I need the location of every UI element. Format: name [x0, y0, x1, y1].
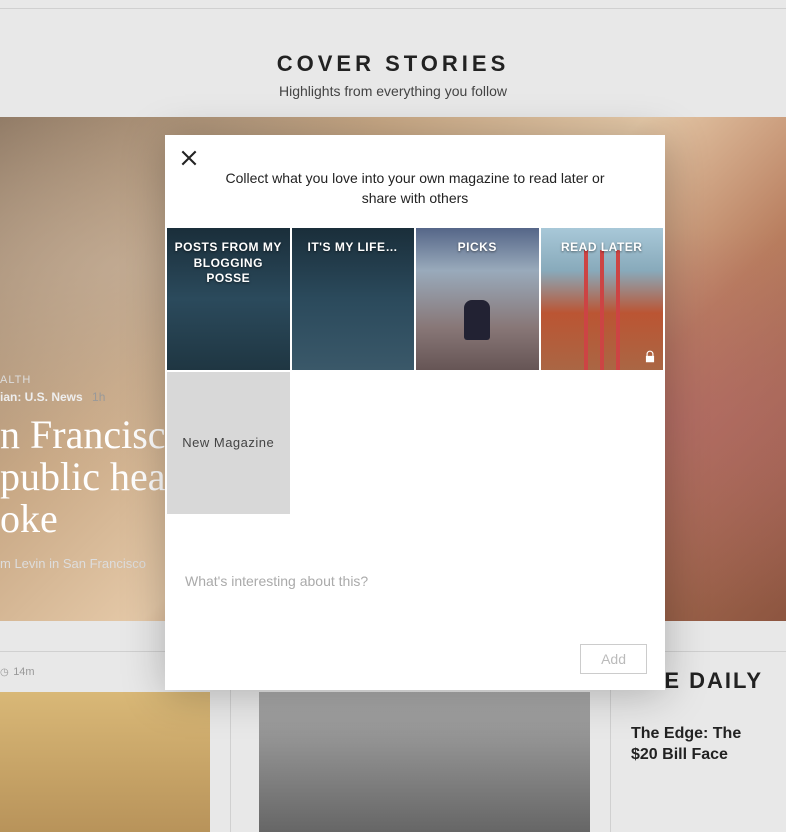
new-magazine-label: New Magazine	[176, 435, 280, 452]
cover-stories-title: COVER STORIES	[0, 51, 786, 77]
hero-source: ian: U.S. News	[0, 390, 83, 404]
new-magazine-tile[interactable]: New Magazine	[167, 372, 290, 514]
hero-headline: n Francisco public hea oke	[0, 414, 186, 540]
hero-time: 1h	[92, 390, 105, 404]
modal-intro-text: Collect what you love into your own maga…	[165, 135, 665, 228]
magazine-label: IT'S MY LIFE…	[302, 240, 404, 256]
clock-icon: ◷	[0, 667, 9, 678]
article-headline[interactable]: The Edge: The $20 Bill Face	[631, 724, 766, 766]
collect-modal: Collect what you love into your own maga…	[165, 135, 665, 690]
article-thumbnail[interactable]	[259, 692, 590, 832]
hero-byline: m Levin in San Francisco	[0, 556, 186, 571]
magazine-label: PICKS	[452, 240, 503, 256]
close-button[interactable]	[179, 148, 203, 172]
magazine-tile[interactable]: PICKS	[416, 228, 539, 370]
magazine-tile[interactable]: READ LATER	[541, 228, 664, 370]
comment-input[interactable]	[185, 573, 645, 601]
hero-category: ALTH	[0, 374, 186, 386]
close-icon	[179, 148, 199, 168]
lock-icon	[643, 350, 657, 364]
add-button[interactable]: Add	[580, 644, 647, 674]
magazine-tile[interactable]: POSTS FROM MY BLOGGING POSSE	[167, 228, 290, 370]
article-thumbnail[interactable]	[0, 692, 210, 832]
magazine-label: POSTS FROM MY BLOGGING POSSE	[167, 240, 290, 287]
cover-stories-subtitle: Highlights from everything you follow	[0, 83, 786, 99]
magazine-label: READ LATER	[555, 240, 648, 256]
article-time: 14m	[13, 666, 34, 678]
magazine-tile[interactable]: IT'S MY LIFE…	[292, 228, 415, 370]
